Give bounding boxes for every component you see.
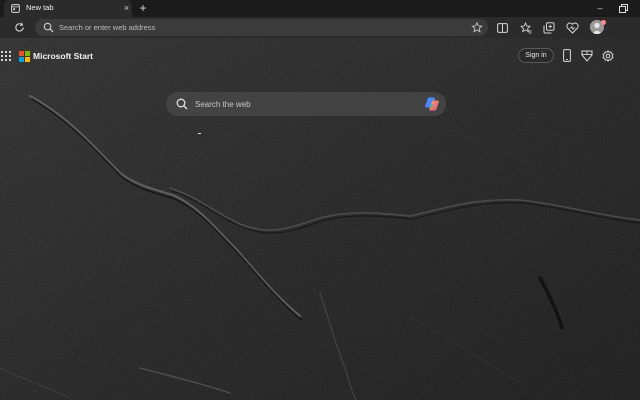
favorites-button[interactable] [518,20,533,35]
add-favorite-star-icon[interactable] [471,22,483,33]
apps-launcher-icon[interactable] [0,50,12,62]
search-icon [176,98,188,110]
refresh-icon [15,22,24,32]
newtab-icon [11,4,20,13]
mobile-icon [563,49,571,62]
web-search-input[interactable] [195,92,415,116]
microsoft-start-brand[interactable]: Microsoft Start [19,49,93,63]
split-screen-button[interactable] [495,20,510,35]
tab-title: New tab [26,3,54,12]
new-tab-button[interactable]: + [137,1,149,15]
sign-in-button[interactable]: Sign in [518,48,554,63]
search-icon [43,22,54,33]
browser-essentials-button[interactable] [565,20,580,35]
tab-strip: New tab × + – [0,0,640,17]
split-screen-icon [497,22,508,33]
browser-essentials-icon [566,22,579,34]
settings-button[interactable] [601,48,615,63]
new-tab-page: Microsoft Start Sign in [0,38,640,400]
web-search-box[interactable] [166,92,446,116]
rewards-icon [581,50,593,62]
mobile-app-button[interactable] [560,48,574,63]
collections-icon [543,21,554,33]
collections-button[interactable] [541,20,556,35]
settings-gear-icon [602,49,614,62]
favorites-icon [519,21,531,33]
brand-name: Microsoft Start [33,51,93,61]
minimize-button[interactable]: – [593,1,607,15]
rewards-button[interactable] [580,48,594,63]
refresh-button[interactable] [12,20,27,35]
restore-button[interactable] [616,1,630,15]
restore-icon [618,3,628,13]
close-tab-icon[interactable]: × [121,2,132,14]
copilot-icon[interactable] [424,96,440,112]
notification-dot [601,20,606,25]
address-input[interactable] [59,19,459,36]
microsoft-logo-icon [19,50,30,62]
tab-new-tab[interactable]: New tab × [4,0,132,17]
browser-toolbar [0,17,640,38]
address-bar[interactable] [35,19,488,36]
loading-indicator [198,133,201,134]
